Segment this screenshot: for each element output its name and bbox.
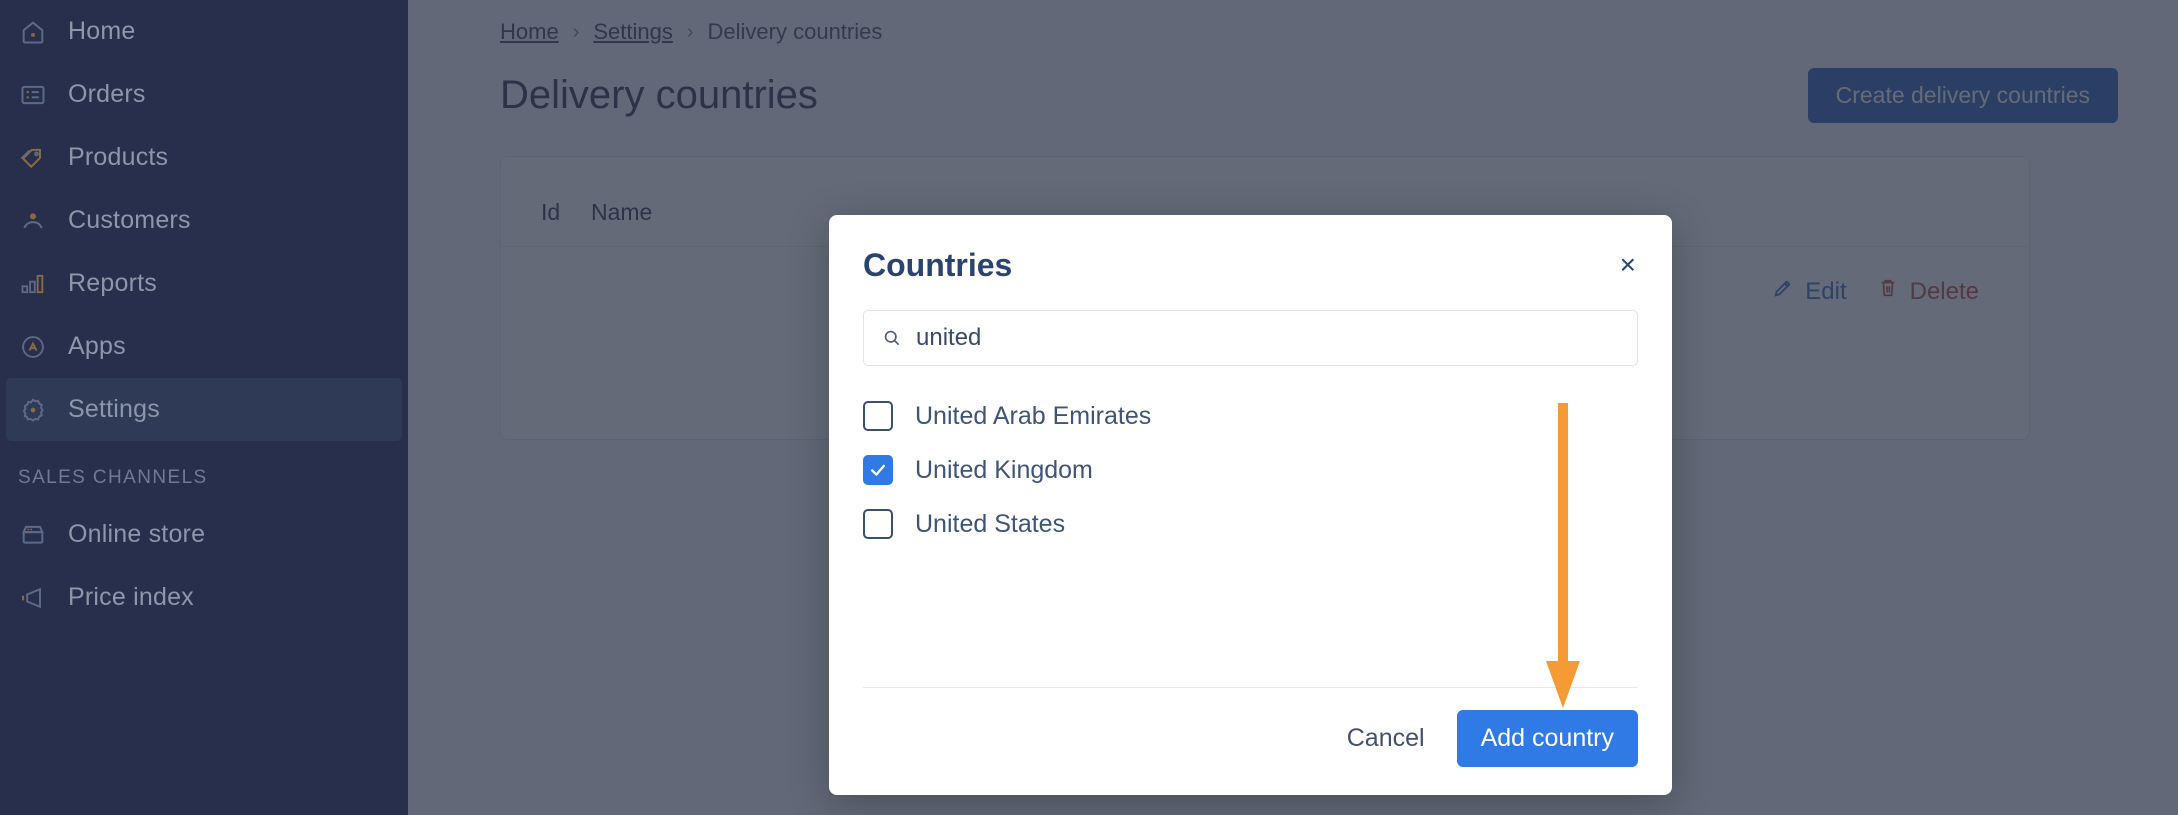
sidebar-divider — [0, 441, 408, 453]
search-input[interactable] — [916, 324, 1619, 352]
modal-body: United Arab Emirates United Kingdom — [829, 284, 1672, 687]
app-root: Home Orders Products Customers Reports A… — [0, 0, 2178, 815]
sidebar-item-products[interactable]: Products — [0, 126, 408, 189]
close-icon[interactable]: × — [1618, 247, 1638, 283]
sidebar-item-customers[interactable]: Customers — [0, 189, 408, 252]
add-country-button[interactable]: Add country — [1456, 710, 1638, 767]
checkbox-united-kingdom[interactable] — [863, 455, 893, 485]
sidebar-item-label: Settings — [68, 395, 160, 423]
country-option-united-arab-emirates[interactable]: United Arab Emirates — [863, 396, 1638, 436]
search-icon — [882, 328, 902, 348]
country-search-field[interactable] — [863, 310, 1638, 366]
store-icon — [18, 520, 48, 550]
sidebar-item-label: Price index — [68, 583, 194, 611]
sidebar-item-price-index[interactable]: Price index — [0, 566, 408, 629]
sidebar-item-reports[interactable]: Reports — [0, 252, 408, 315]
sidebar-item-orders[interactable]: Orders — [0, 63, 408, 126]
checkbox-united-arab-emirates[interactable] — [863, 401, 893, 431]
megaphone-icon — [18, 583, 48, 613]
modal-footer: Cancel Add country — [863, 687, 1638, 795]
country-label: United Kingdom — [915, 455, 1093, 484]
country-option-united-states[interactable]: United States — [863, 504, 1638, 544]
modal-title: Countries — [863, 247, 1013, 283]
checkbox-united-states[interactable] — [863, 509, 893, 539]
country-list: United Arab Emirates United Kingdom Unit… — [863, 396, 1638, 544]
sidebar-item-label: Products — [68, 143, 169, 171]
modal-header: Countries × — [829, 215, 1672, 284]
sidebar-item-home[interactable]: Home — [0, 0, 408, 63]
sidebar-item-settings[interactable]: Settings — [6, 378, 402, 441]
gear-icon — [18, 395, 48, 425]
apps-icon — [18, 332, 48, 362]
sidebar-item-label: Apps — [68, 332, 126, 360]
person-icon — [18, 206, 48, 236]
country-option-united-kingdom[interactable]: United Kingdom — [863, 450, 1638, 490]
orders-icon — [18, 80, 48, 110]
sidebar-item-label: Home — [68, 17, 136, 45]
countries-modal: Countries × united United Arab Emirates … — [829, 215, 1672, 795]
sidebar-item-label: Orders — [68, 80, 146, 108]
home-icon — [18, 17, 48, 47]
sidebar-item-online-store[interactable]: Online store — [0, 503, 408, 566]
cancel-button[interactable]: Cancel — [1341, 714, 1431, 763]
bar-chart-icon — [18, 269, 48, 299]
sidebar: Home Orders Products Customers Reports A… — [0, 0, 408, 815]
sidebar-item-label: Online store — [68, 520, 206, 548]
country-label: United States — [915, 509, 1066, 538]
sidebar-item-label: Customers — [68, 206, 191, 234]
sidebar-section-label: SALES CHANNELS — [18, 467, 208, 488]
sidebar-item-apps[interactable]: Apps — [0, 315, 408, 378]
tag-icon — [18, 143, 48, 173]
sidebar-item-label: Reports — [68, 269, 157, 297]
country-label: United Arab Emirates — [915, 401, 1152, 430]
